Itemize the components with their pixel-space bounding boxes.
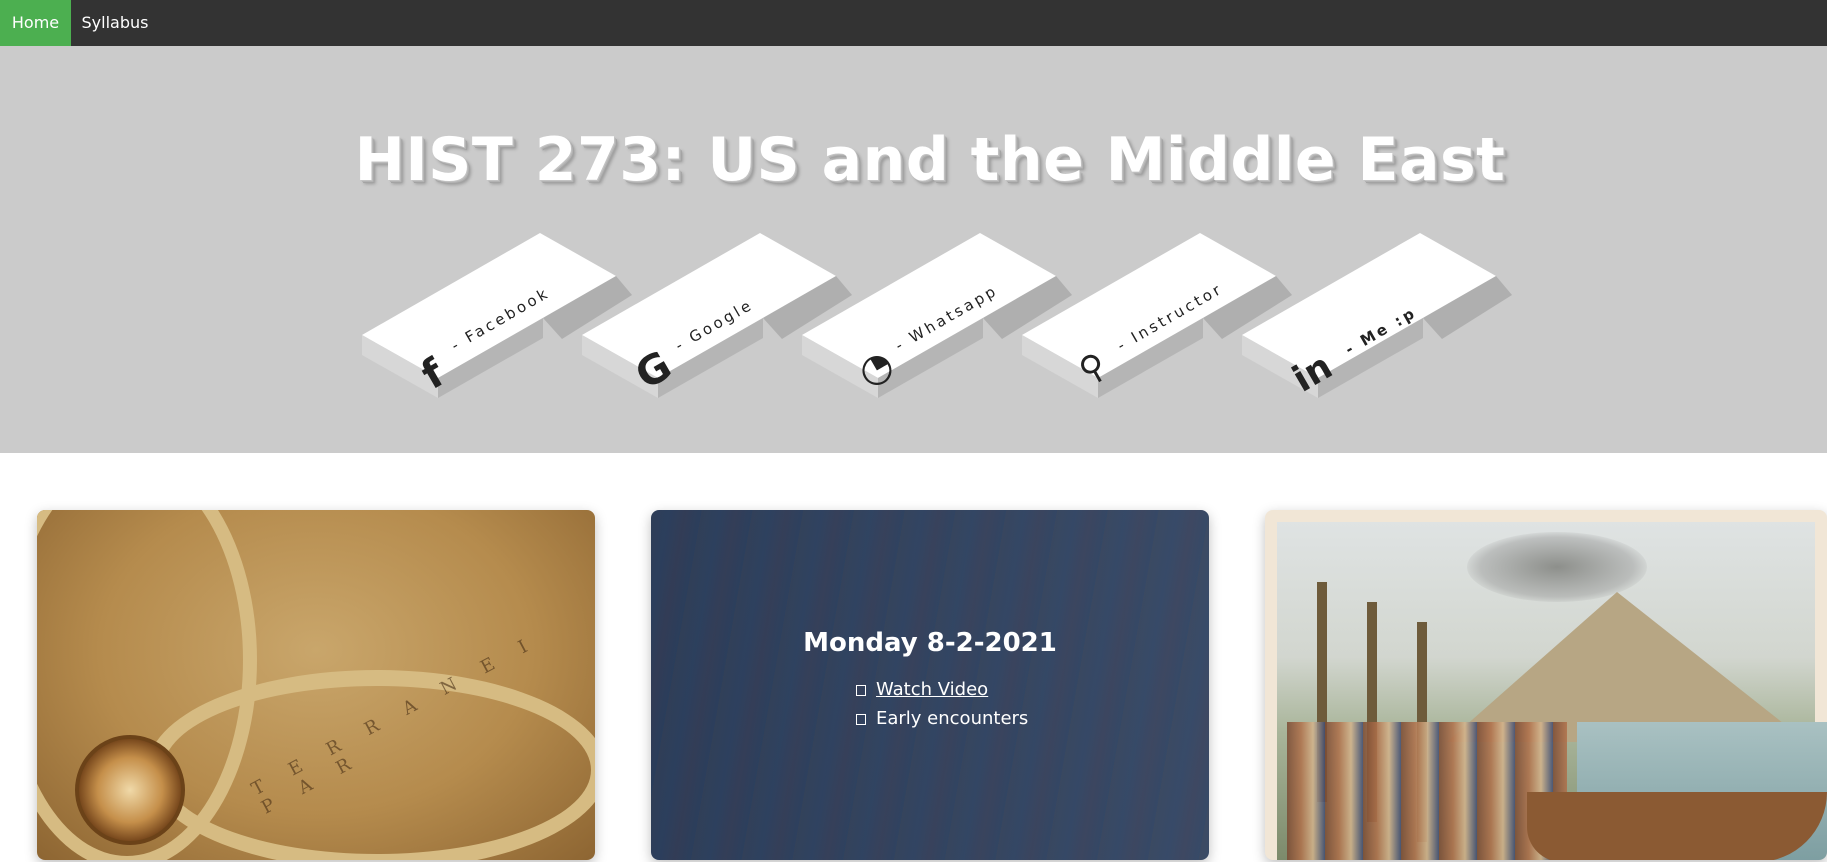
- social-button-linkedin[interactable]: in - Me :p: [1242, 233, 1512, 401]
- button-3d-block: [582, 233, 852, 398]
- list-item: Early encounters: [854, 704, 1028, 733]
- crowd: [1287, 722, 1567, 860]
- button-3d-block: [1022, 233, 1292, 398]
- nav-syllabus-link[interactable]: Syllabus: [71, 0, 159, 46]
- list-item: Watch Video: [854, 675, 1028, 704]
- scene-illustration: [1277, 522, 1827, 860]
- button-3d-block: [362, 233, 632, 398]
- watch-video-link[interactable]: Watch Video: [876, 679, 988, 700]
- boat: [1527, 792, 1827, 860]
- historical-scene-card: [1265, 510, 1827, 860]
- button-3d-block: [1242, 233, 1512, 398]
- top-navbar: Home Syllabus: [0, 0, 1827, 46]
- social-button-google[interactable]: G - Google: [582, 233, 852, 399]
- social-button-whatsapp[interactable]: ◔ - Whatsapp: [802, 233, 1072, 398]
- lesson-card: Monday 8-2-2021 Watch Video Early encoun…: [651, 510, 1209, 860]
- social-button-instructor[interactable]: ⚲ - Instructor: [1022, 233, 1292, 398]
- map-image-card: T E R R A N E I P A R: [37, 510, 595, 860]
- button-3d-block: [802, 233, 1072, 398]
- hero-banner: HIST 273: US and the Middle East f - Fac…: [0, 46, 1827, 453]
- checkbox-icon: [856, 685, 866, 696]
- lesson-topic: Early encounters: [876, 708, 1029, 729]
- lesson-date-title: Monday 8-2-2021: [803, 628, 1057, 658]
- rope-decoration: [147, 670, 595, 860]
- compass-icon: [75, 735, 185, 845]
- lesson-list: Watch Video Early encounters: [854, 675, 1028, 733]
- social-button-facebook[interactable]: f - Facebook: [362, 233, 632, 399]
- page-title: HIST 273: US and the Middle East: [354, 125, 1506, 195]
- volcano-shape: [1447, 592, 1807, 742]
- checkbox-icon: [856, 714, 866, 725]
- nav-home-link[interactable]: Home: [0, 0, 71, 46]
